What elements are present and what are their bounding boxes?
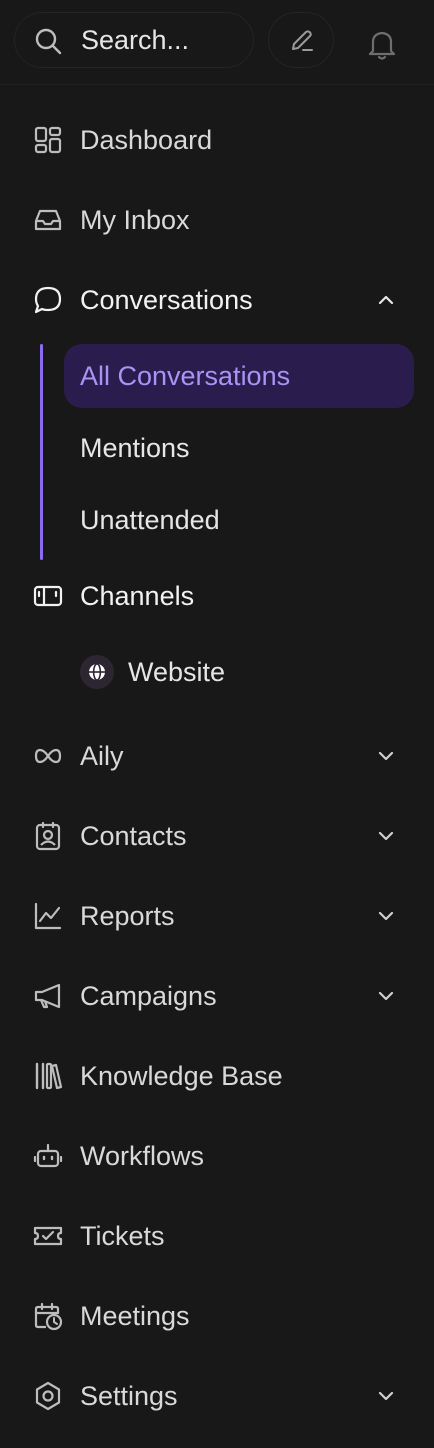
nav-item-settings[interactable]: Settings bbox=[0, 1368, 434, 1424]
ticket-icon bbox=[33, 1226, 63, 1246]
sub-label-all-conversations: All Conversations bbox=[80, 361, 291, 391]
settings-icon bbox=[35, 1381, 61, 1411]
nav-item-knowledge-base[interactable]: Knowledge Base bbox=[0, 1048, 434, 1104]
contacts-icon bbox=[35, 821, 61, 851]
nav-label-settings: Settings bbox=[80, 1381, 178, 1411]
nav-item-tickets[interactable]: Tickets bbox=[0, 1208, 434, 1264]
nav-item-reports[interactable]: Reports bbox=[0, 888, 434, 944]
nav-label-aily: Aily bbox=[80, 741, 124, 771]
chevron-down-icon[interactable] bbox=[376, 1386, 396, 1406]
nav-label-contacts: Contacts bbox=[80, 821, 187, 851]
nav-item-meetings[interactable]: Meetings bbox=[0, 1288, 434, 1344]
channels-icon bbox=[33, 585, 63, 607]
infinity-icon bbox=[34, 748, 62, 764]
bot-icon bbox=[33, 1143, 63, 1168]
nav-label-reports: Reports bbox=[80, 901, 175, 931]
channel-item-website[interactable]: Website bbox=[80, 652, 380, 692]
globe-icon bbox=[80, 655, 114, 689]
dashboard-icon bbox=[34, 126, 62, 154]
nav-label-inbox: My Inbox bbox=[80, 205, 190, 235]
header-divider bbox=[0, 84, 434, 85]
search-input[interactable]: Search... bbox=[14, 12, 254, 68]
library-icon bbox=[35, 1062, 63, 1090]
sub-label-mentions: Mentions bbox=[80, 433, 190, 463]
calendar-clock-icon bbox=[34, 1302, 63, 1331]
nav-label-campaigns: Campaigns bbox=[80, 981, 217, 1011]
nav-label-knowledge-base: Knowledge Base bbox=[80, 1061, 283, 1091]
sub-item-mentions[interactable]: Mentions bbox=[64, 416, 414, 480]
nav-item-dashboard[interactable]: Dashboard bbox=[0, 112, 434, 168]
chat-bubble-icon bbox=[34, 286, 62, 314]
chevron-down-icon[interactable] bbox=[376, 826, 396, 846]
sub-label-unattended: Unattended bbox=[80, 505, 220, 535]
chevron-down-icon[interactable] bbox=[376, 986, 396, 1006]
nav-item-aily[interactable]: Aily bbox=[0, 728, 434, 784]
nav-item-inbox[interactable]: My Inbox bbox=[0, 192, 434, 248]
nav-item-contacts[interactable]: Contacts bbox=[0, 808, 434, 864]
nav-item-channels[interactable]: Channels bbox=[0, 568, 434, 624]
sub-item-unattended[interactable]: Unattended bbox=[64, 488, 414, 552]
nav-label-dashboard: Dashboard bbox=[80, 125, 213, 155]
bell-icon[interactable] bbox=[364, 26, 400, 62]
line-chart-icon bbox=[34, 902, 62, 930]
inbox-icon bbox=[34, 209, 62, 231]
nav-label-conversations: Conversations bbox=[80, 285, 253, 315]
chevron-down-icon[interactable] bbox=[376, 906, 396, 926]
chevron-down-icon[interactable] bbox=[376, 746, 396, 766]
pencil-icon bbox=[292, 30, 313, 51]
nav-item-conversations[interactable]: Conversations bbox=[0, 272, 434, 328]
nav-label-channels: Channels bbox=[80, 581, 195, 611]
nav-label-tickets: Tickets bbox=[80, 1221, 165, 1251]
compose-button[interactable] bbox=[268, 12, 334, 68]
nav-item-campaigns[interactable]: Campaigns bbox=[0, 968, 434, 1024]
submenu-rail bbox=[40, 344, 43, 560]
search-icon bbox=[35, 28, 62, 55]
nav-item-workflows[interactable]: Workflows bbox=[0, 1128, 434, 1184]
nav-label-workflows: Workflows bbox=[80, 1141, 205, 1171]
chevron-up-icon[interactable] bbox=[376, 290, 396, 310]
channel-label-website: Website bbox=[128, 657, 226, 687]
search-placeholder: Search... bbox=[81, 25, 190, 55]
nav-label-meetings: Meetings bbox=[80, 1301, 190, 1331]
megaphone-icon bbox=[34, 983, 61, 1009]
sub-item-all-conversations[interactable]: All Conversations bbox=[64, 344, 414, 408]
sidebar-header: Search... bbox=[0, 0, 434, 84]
